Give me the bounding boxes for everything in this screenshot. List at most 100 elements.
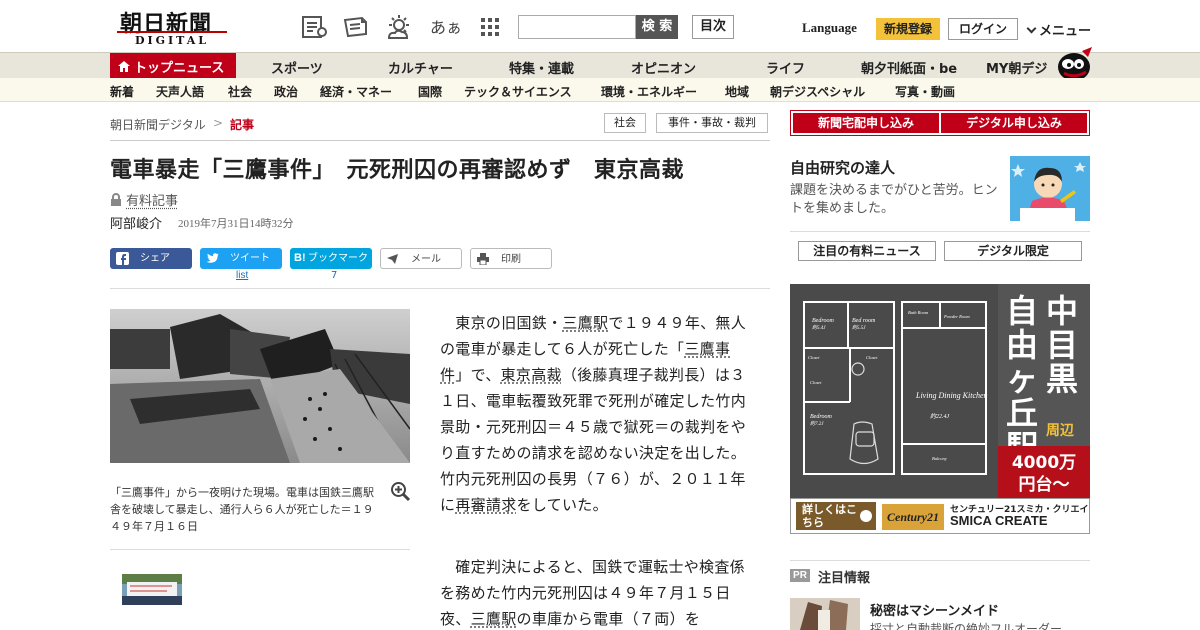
keyword-link[interactable]: 三鷹駅: [562, 314, 608, 332]
related-photo-thumbnail[interactable]: [122, 574, 182, 605]
nav-item-paper-edition[interactable]: 朝夕刊紙面・be: [861, 58, 957, 77]
twitter-icon: [206, 253, 219, 264]
ad-cta-button[interactable]: 詳しくはこちら: [796, 502, 876, 530]
author-name[interactable]: 阿部峻介: [110, 213, 162, 232]
subscribe-paper-button[interactable]: 新聞宅配申し込み: [793, 113, 939, 133]
print-icon: [477, 253, 489, 265]
tag-society[interactable]: 社会: [604, 113, 646, 133]
grid-icon[interactable]: [476, 14, 504, 40]
floor-plan-label: 約22.4J: [930, 412, 950, 420]
home-icon: [118, 61, 130, 72]
subnav-item[interactable]: 環境・エネルギー: [601, 83, 697, 100]
subnav-item[interactable]: 地域: [725, 83, 749, 100]
breadcrumb-home[interactable]: 朝日新聞デジタル: [110, 116, 206, 133]
tweet-list-link[interactable]: list: [236, 270, 248, 281]
subnav-item[interactable]: テック＆サイエンス: [464, 83, 572, 100]
floor-plan-label: Balcony: [932, 456, 947, 461]
mascot-icon[interactable]: [1054, 45, 1094, 81]
keyword-link[interactable]: 再審請求: [455, 496, 516, 514]
paid-badge[interactable]: 有料記事: [110, 190, 178, 209]
font-size-icon[interactable]: あぁ: [430, 14, 462, 38]
logo-digital[interactable]: DIGITAL: [117, 31, 227, 47]
real-estate-ad[interactable]: Bedroom 約5.4J Bed room 約5.5J Bath Room P…: [790, 284, 1090, 534]
text-run: （後藤真理子裁判長）は３１日、電車転覆致死罪で死刑が確定した竹内景助・元死刑囚＝…: [440, 366, 746, 514]
pr-badge: PR: [790, 569, 810, 582]
menu-button[interactable]: メニュー: [1026, 20, 1091, 39]
site-header: 朝日新聞 DIGITAL あぁ 検 索 目次 Language 新規登録 ログイ…: [0, 0, 1200, 52]
text-run: の車庫から電車（７両）を: [517, 610, 701, 628]
language-link[interactable]: Language: [802, 20, 857, 36]
keyword-link[interactable]: 東京高裁: [501, 366, 562, 384]
text-run: をしていた。: [517, 496, 608, 514]
divider: [790, 231, 1090, 232]
promo-title[interactable]: 自由研究の達人: [790, 157, 895, 178]
nav-item-culture[interactable]: カルチャー: [388, 58, 453, 77]
menu-label: メニュー: [1039, 24, 1091, 39]
subnav-item[interactable]: 写真・動画: [895, 83, 955, 100]
main-navigation: トップニュース スポーツ カルチャー 特集・連載 オピニオン ライフ 朝夕刊紙面…: [0, 52, 1200, 78]
zoom-icon[interactable]: [390, 481, 411, 502]
subnav-item[interactable]: 経済・マネー: [320, 83, 392, 100]
nav-item-top-news[interactable]: トップニュース: [110, 53, 236, 79]
breadcrumb-separator: >: [213, 116, 223, 130]
bookmark-count[interactable]: 7: [331, 270, 337, 281]
nav-item-features[interactable]: 特集・連載: [509, 58, 574, 77]
floor-plan-label: Closet: [808, 355, 820, 360]
featured-item-title[interactable]: 秘密はマシーンメイド: [870, 600, 999, 619]
nav-item-life[interactable]: ライフ: [766, 58, 805, 77]
subnav-item[interactable]: 社会: [228, 83, 252, 100]
share-facebook-button[interactable]: シェア: [110, 248, 192, 269]
nav-item-sports[interactable]: スポーツ: [271, 58, 323, 77]
sub-navigation: 新着 天声人語 社会 政治 経済・マネー 国際 テック＆サイエンス 環境・エネル…: [0, 78, 1200, 102]
floor-plan-label: 約7.2J: [810, 420, 824, 427]
article-list-icon[interactable]: [300, 14, 328, 40]
featured-item-image[interactable]: [790, 598, 860, 630]
ad-headline-2: 自由ヶ丘駅: [1006, 294, 1040, 464]
search-input[interactable]: [518, 15, 636, 39]
weather-icon[interactable]: [385, 14, 413, 40]
nav-item-opinion[interactable]: オピニオン: [631, 58, 696, 77]
mail-icon: [387, 254, 398, 264]
breadcrumb-current: 記事: [230, 116, 254, 133]
newspaper-icon[interactable]: [342, 14, 370, 40]
mail-button[interactable]: メール: [380, 248, 462, 269]
keyword-link[interactable]: 三鷹駅: [471, 610, 517, 628]
featured-item-text[interactable]: 採寸と自動裁断の絶妙フルオーダー: [870, 620, 1062, 630]
article-photo[interactable]: [110, 309, 410, 463]
contents-button[interactable]: 目次: [692, 15, 734, 39]
century21-logo: Century21: [882, 504, 944, 530]
article-title: 電車暴走「三鷹事件」 元死刑囚の再審認めず 東京高裁: [110, 152, 684, 184]
subnav-item[interactable]: 天声人語: [156, 83, 204, 100]
subnav-item[interactable]: 政治: [274, 83, 298, 100]
hatena-bookmark-button[interactable]: B! ブックマーク: [290, 248, 372, 269]
lock-icon: [110, 193, 122, 206]
tab-paid-news[interactable]: 注目の有料ニュース: [798, 241, 936, 261]
hatena-icon: B!: [294, 248, 306, 269]
register-button[interactable]: 新規登録: [876, 18, 940, 40]
tag-incidents[interactable]: 事件・事故・裁判: [656, 113, 768, 133]
tweet-button[interactable]: ツイート: [200, 248, 282, 269]
subscribe-digital-button[interactable]: デジタル申し込み: [941, 113, 1087, 133]
subnav-item[interactable]: 新着: [110, 83, 134, 100]
divider: [110, 549, 410, 550]
article-paragraph-1: 東京の旧国鉄・三鷹駅で１９４９年、無人の電車が暴走して６人が死亡した「三鷹事件」…: [440, 310, 752, 518]
mail-label: メール: [411, 249, 441, 270]
nav-item-my-asadigi[interactable]: MY朝デジ: [986, 58, 1047, 77]
login-button[interactable]: ログイン: [948, 18, 1018, 40]
floor-plan-label: 約5.5J: [852, 324, 866, 331]
tab-digital-only[interactable]: デジタル限定: [944, 241, 1082, 261]
featured-section-title: 注目情報: [818, 567, 870, 586]
floor-plan-label: 約5.4J: [812, 324, 826, 331]
text-run: 東京の旧国鉄・: [440, 314, 562, 332]
print-button[interactable]: 印刷: [470, 248, 552, 269]
promo-illustration[interactable]: [1010, 156, 1090, 221]
paid-label: 有料記事: [126, 194, 178, 209]
ad-price: 4000万円台〜: [998, 446, 1090, 498]
subnav-item[interactable]: 国際: [418, 83, 442, 100]
search-button[interactable]: 検 索: [636, 15, 678, 39]
floor-plan-label: Powder Room: [943, 314, 970, 319]
text-run: 」で、: [455, 366, 500, 384]
bookmark-label: ブックマーク: [308, 248, 368, 269]
promo-text[interactable]: 課題を決めるまでがひと苦労。ヒントを集めました。: [790, 182, 1002, 218]
subnav-item[interactable]: 朝デジスペシャル: [770, 83, 865, 100]
